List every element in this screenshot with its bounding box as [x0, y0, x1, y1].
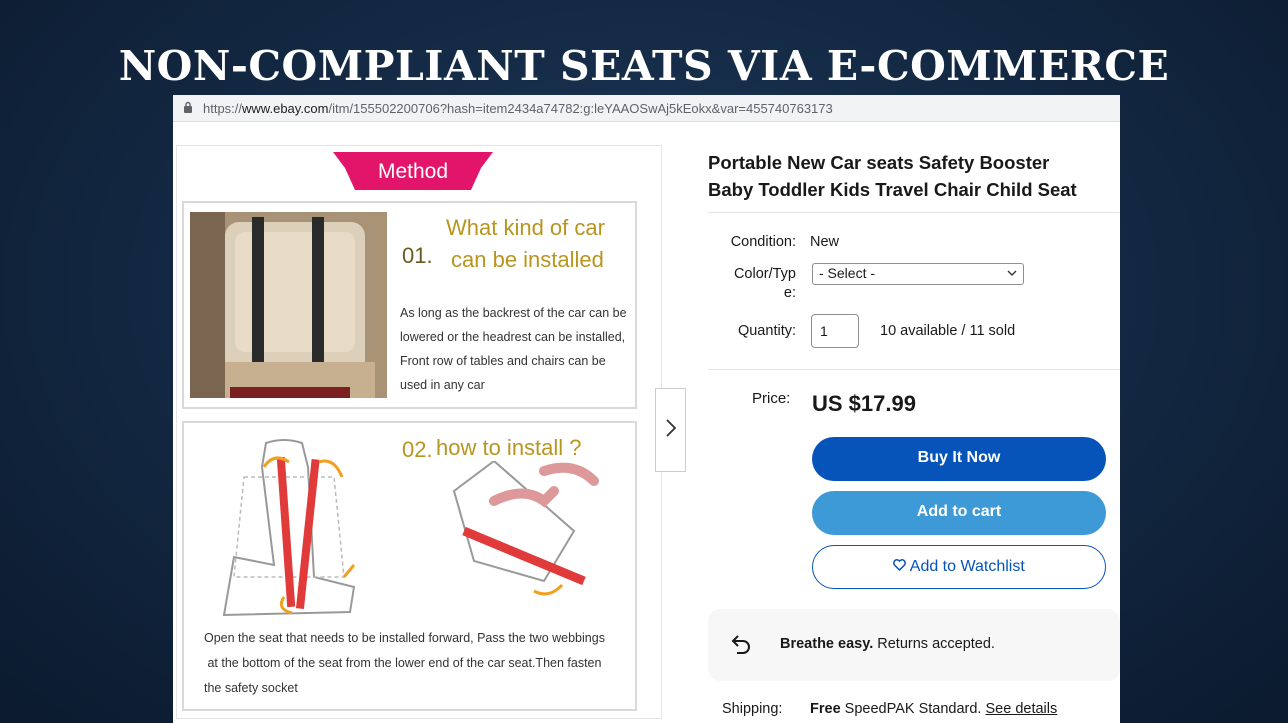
url-host: www.ebay.com — [242, 100, 329, 116]
step-two-desc-line: the safety socket — [204, 681, 298, 695]
color-type-label-line: e: — [783, 285, 796, 301]
step-one-number: 01. — [402, 243, 433, 268]
add-to-cart-button[interactable]: Add to cart — [812, 491, 1106, 535]
address-bar[interactable]: https://www.ebay.com/itm/155502200706?ha… — [173, 95, 1120, 122]
shipping-label: Shipping: — [722, 701, 783, 717]
step-one-title-line2: can be installed — [451, 247, 604, 272]
shipping-free: Free — [810, 701, 841, 717]
product-title: Portable New Car seats Safety Booster Ba… — [708, 149, 1118, 203]
step-one-description: As long as the backrest of the car can b… — [400, 301, 627, 397]
install-diagram-hands — [434, 459, 614, 606]
next-image-button[interactable] — [655, 388, 686, 472]
url-path: /itm/155502200706?hash=item2434a74782:g:… — [328, 100, 833, 116]
condition-value: New — [810, 234, 840, 250]
step-one-desc-line: Front row of tables and chairs can be — [400, 354, 606, 368]
step-one-desc-line: As long as the backrest of the car can b… — [400, 306, 627, 320]
heart-icon — [893, 558, 910, 575]
step-two-number: 02. — [402, 437, 433, 462]
returns-detail: Returns accepted. — [873, 636, 995, 652]
add-to-watchlist-button[interactable]: Add to Watchlist — [812, 545, 1106, 589]
color-type-select[interactable]: - Select - — [812, 263, 1024, 285]
url-prefix: https:// — [203, 100, 243, 116]
add-to-watchlist-label: Add to Watchlist — [909, 558, 1025, 575]
returns-text: Breathe easy. Returns accepted. — [780, 636, 995, 652]
step-one-panel: 01. What kind of car can be installed As… — [182, 201, 637, 409]
buy-it-now-button[interactable]: Buy It Now — [812, 437, 1106, 481]
availability-text: 10 available / 11 sold — [880, 323, 1016, 339]
returns-bold: Breathe easy. — [780, 636, 874, 652]
car-seat-photo — [190, 212, 387, 398]
ebay-screenshot: https://www.ebay.com/itm/155502200706?ha… — [173, 95, 1120, 723]
lock-icon — [183, 101, 193, 116]
product-details: Portable New Car seats Safety Booster Ba… — [708, 121, 1120, 723]
price-value: US $17.99 — [812, 391, 916, 416]
step-two-panel: 02. how to install ? Open the seat that … — [182, 421, 637, 711]
step-two-desc-line: Open the seat that needs to be installed… — [204, 631, 605, 645]
step-two-desc-line: at the bottom of the seat from the lower… — [204, 656, 602, 670]
returns-banner: Breathe easy. Returns accepted. — [708, 609, 1120, 681]
shipping-method: SpeedPAK Standard. — [840, 701, 986, 717]
install-diagram-seat — [204, 437, 384, 622]
product-image-gallery[interactable]: Method 01. What kind of car can be insta… — [176, 145, 662, 719]
color-type-select-value: - Select - — [819, 265, 876, 281]
product-title-line: Baby Toddler Kids Travel Chair Child Sea… — [708, 179, 1077, 200]
color-type-label-line: Color/Typ — [733, 266, 796, 282]
shipping-value: Free SpeedPAK Standard. See details — [810, 701, 1057, 717]
condition-label: Condition: — [730, 234, 796, 250]
step-one-title-line1: What kind of car — [446, 215, 605, 240]
quantity-label: Quantity: — [737, 323, 796, 339]
divider — [708, 212, 1120, 213]
price-label: Price: — [752, 390, 791, 407]
step-one-desc-line: lowered or the headrest can be installed… — [400, 330, 626, 344]
method-banner-label: Method — [377, 160, 449, 183]
method-banner: Method — [333, 152, 493, 190]
see-details-link[interactable]: See details — [985, 701, 1057, 717]
divider — [708, 369, 1120, 370]
step-two-description: Open the seat that needs to be installed… — [204, 626, 605, 701]
step-one-desc-line: used in any car — [400, 378, 485, 392]
quantity-input[interactable]: 1 — [811, 314, 859, 348]
slide-title: NON-COMPLIANT SEATS VIA E-COMMERCE — [118, 42, 1170, 90]
chevron-right-icon — [665, 416, 676, 444]
return-arrow-icon — [730, 631, 752, 662]
chevron-down-icon — [1007, 266, 1017, 280]
step-two-title: how to install ? — [436, 435, 582, 460]
color-type-label: Color/Typ e: — [714, 265, 796, 303]
product-title-line: Portable New Car seats Safety Booster — [708, 152, 1050, 173]
